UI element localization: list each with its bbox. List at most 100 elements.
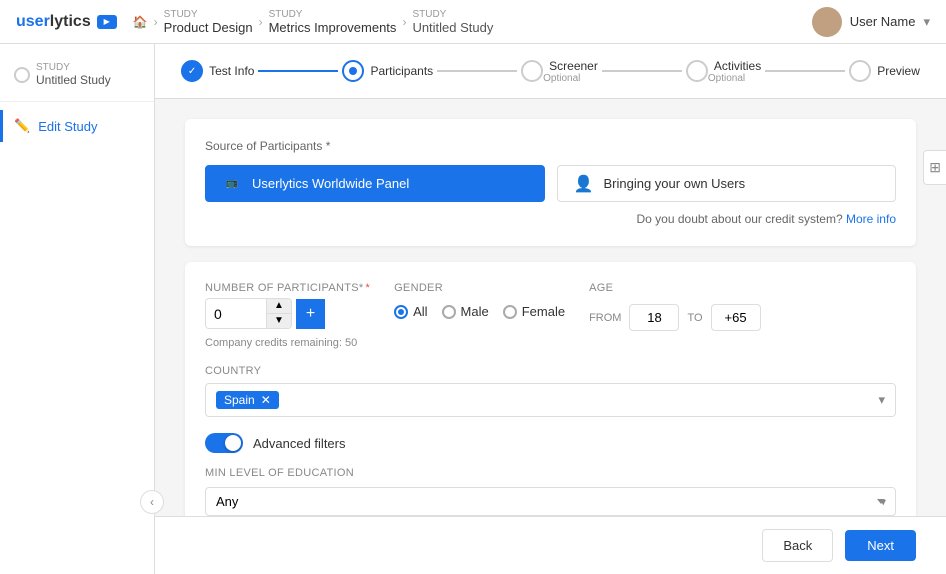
gender-female-label: Female	[522, 304, 565, 319]
age-from-input[interactable]	[629, 304, 679, 331]
gender-group: Gender All Male	[394, 282, 565, 319]
study-status-icon	[14, 67, 30, 83]
source-own-users-btn[interactable]: 👤 Bringing your own Users	[557, 165, 897, 202]
content-area: Source of Participants * 📺 Userlytics Wo…	[155, 99, 946, 516]
gender-male-option[interactable]: Male	[442, 304, 489, 319]
sidebar-collapse-button[interactable]: ‹	[140, 490, 164, 514]
country-label: COUNTRY	[205, 365, 896, 377]
gender-options: All Male Female	[394, 304, 565, 319]
advanced-filters-label: Advanced filters	[253, 436, 346, 451]
main-area: ✓ Test Info Participants Screener Option…	[155, 44, 946, 574]
gender-all-radio	[394, 305, 408, 319]
step-screener-circle	[521, 60, 543, 82]
user-area: User Name ▾	[812, 7, 930, 37]
gender-male-label: Male	[461, 304, 489, 319]
gender-female-radio	[503, 305, 517, 319]
decrement-button[interactable]: ▲	[267, 299, 291, 314]
credit-more-info-link[interactable]: More info	[846, 212, 896, 226]
education-label: MIN LEVEL OF EDUCATION	[205, 467, 896, 479]
logo: userlytics ▶	[16, 13, 117, 31]
sidebar: STUDY Untitled Study ✏️ Edit Study	[0, 44, 155, 574]
back-button[interactable]: Back	[762, 529, 833, 562]
country-tag-spain-label: Spain	[224, 393, 255, 407]
breadcrumb-product-design[interactable]: Product Design	[164, 20, 253, 35]
add-participant-button[interactable]: +	[296, 299, 325, 329]
country-tag-spain-close[interactable]: ✕	[261, 393, 271, 407]
education-select[interactable]: Any	[205, 487, 896, 516]
education-select-wrapper: Any	[205, 487, 896, 516]
home-icon[interactable]: 🏠	[133, 15, 148, 29]
source-panel: Source of Participants * 📺 Userlytics Wo…	[185, 119, 916, 246]
country-dropdown-arrow[interactable]: ▾	[878, 392, 885, 408]
sidebar-item-edit-study[interactable]: ✏️ Edit Study	[0, 110, 154, 142]
gender-female-option[interactable]: Female	[503, 304, 565, 319]
worldwide-panel-icon: 📺	[222, 177, 242, 191]
breadcrumb: 🏠 › STUDY Product Design › STUDY Metrics…	[133, 9, 812, 35]
step-preview-circle	[849, 60, 871, 82]
step-screener[interactable]: Screener Optional	[521, 58, 598, 84]
step-test-info-circle: ✓	[181, 60, 203, 82]
advanced-filters-toggle[interactable]	[205, 433, 243, 453]
gender-all-option[interactable]: All	[394, 304, 427, 319]
step-preview[interactable]: Preview	[849, 60, 920, 82]
step-activities[interactable]: Activities Optional	[686, 58, 761, 84]
footer: Back Next	[155, 516, 946, 574]
worldwide-panel-label: Userlytics Worldwide Panel	[252, 176, 409, 191]
age-group: Age FROM TO	[589, 282, 760, 331]
participants-group: Number of participants* ▲ ▼ + C	[205, 282, 370, 349]
step-activities-circle	[686, 60, 708, 82]
gender-all-label: All	[413, 304, 427, 319]
side-panel-toggle[interactable]: ⊞	[923, 150, 946, 185]
participants-label: Number of participants*	[205, 282, 370, 294]
step-line-4	[765, 70, 845, 72]
gender-male-radio	[442, 305, 456, 319]
age-to-label: TO	[687, 312, 702, 324]
top-nav: userlytics ▶ 🏠 › STUDY Product Design › …	[0, 0, 946, 44]
step-activities-label: Activities	[714, 59, 761, 73]
side-panel-icon: ⊞	[929, 159, 941, 175]
breadcrumb-untitled[interactable]: Untitled Study	[412, 20, 493, 35]
logo-user: user	[16, 13, 50, 30]
step-line-3	[602, 70, 682, 72]
source-title: Source of Participants *	[205, 139, 896, 153]
next-button[interactable]: Next	[845, 530, 916, 561]
age-label: Age	[589, 282, 760, 294]
study-name: Untitled Study	[36, 73, 111, 87]
country-tag-input[interactable]: Spain ✕ ▾	[205, 383, 896, 417]
logo-icon: ▶	[97, 15, 117, 29]
age-to-input[interactable]	[711, 304, 761, 331]
step-line-1	[258, 70, 338, 72]
step-test-info-label: Test Info	[209, 64, 254, 78]
breadcrumb-metrics[interactable]: Metrics Improvements	[269, 20, 397, 35]
credits-remaining: Company credits remaining: 50	[205, 337, 370, 349]
participants-input-wrapper: ▲ ▼	[205, 298, 292, 329]
layout: STUDY Untitled Study ✏️ Edit Study ✓ Tes…	[0, 44, 946, 574]
step-screener-sublabel: Optional	[543, 73, 598, 84]
step-activities-sublabel: Optional	[708, 73, 761, 84]
increment-button-small[interactable]: ▼	[267, 314, 291, 328]
source-worldwide-btn[interactable]: 📺 Userlytics Worldwide Panel	[205, 165, 545, 202]
study-label: STUDY	[36, 62, 111, 73]
step-line-2	[437, 70, 517, 72]
edit-icon: ✏️	[14, 118, 30, 134]
chevron-down-icon[interactable]: ▾	[923, 14, 930, 30]
collapse-icon: ‹	[150, 495, 154, 509]
sidebar-edit-label: Edit Study	[38, 119, 97, 134]
country-tag-spain: Spain ✕	[216, 391, 279, 409]
age-from-label: FROM	[589, 312, 621, 324]
step-participants[interactable]: Participants	[342, 60, 433, 82]
education-group: MIN LEVEL OF EDUCATION Any	[205, 467, 896, 516]
participants-panel: Number of participants* ▲ ▼ + C	[185, 262, 916, 516]
source-options: 📺 Userlytics Worldwide Panel 👤 Bringing …	[205, 165, 896, 202]
step-preview-label: Preview	[877, 64, 920, 78]
toggle-knob	[225, 435, 241, 451]
progress-bar: ✓ Test Info Participants Screener Option…	[155, 44, 946, 99]
participants-input[interactable]	[206, 300, 266, 328]
step-test-info[interactable]: ✓ Test Info	[181, 60, 254, 82]
step-participants-label: Participants	[370, 64, 433, 78]
logo-lytics: lytics	[50, 13, 91, 30]
own-users-icon: 👤	[574, 177, 594, 191]
advanced-filters-toggle-row: Advanced filters	[205, 433, 896, 453]
step-participants-circle	[342, 60, 364, 82]
username: User Name	[850, 14, 916, 29]
